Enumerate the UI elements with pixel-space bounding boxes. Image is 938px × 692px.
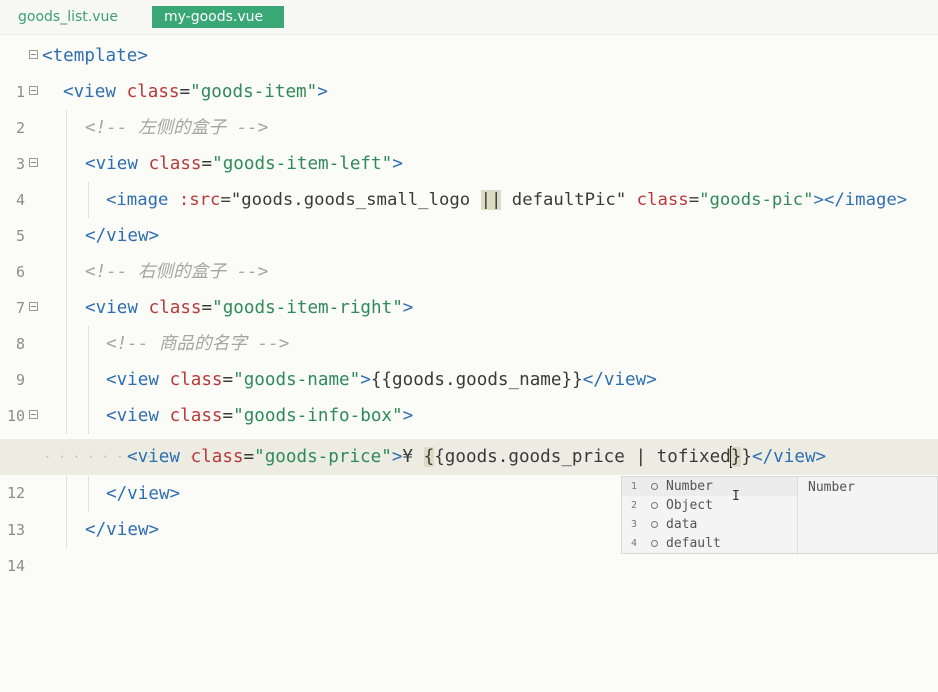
code-text: </view> — [85, 520, 160, 540]
code-text: </view> — [85, 226, 160, 246]
code-line-12-current[interactable]: 12 · · · · · · · · · · · <view class="go… — [0, 439, 938, 502]
item-index: 4 — [631, 538, 638, 549]
indent-guide — [88, 476, 89, 512]
code-line-5[interactable]: 5 <image :src="goods.goods_small_logo ||… — [0, 182, 938, 245]
code-text: <view class="goods-item"> — [63, 82, 328, 102]
code-line-9[interactable]: 9 <!-- 商品的名字 --> — [0, 326, 938, 389]
indent-guide — [66, 110, 67, 146]
item-label: Number — [666, 479, 713, 494]
item-label: default — [666, 536, 721, 551]
indent-guide — [66, 254, 67, 290]
item-index: 3 — [631, 519, 638, 530]
indent-guide — [88, 182, 89, 218]
code-text: <view class="goods-info-box"> — [106, 406, 414, 426]
fold-icon[interactable] — [29, 410, 38, 419]
code-text: <!-- 左侧的盒子 --> — [85, 118, 269, 138]
indent-guide — [66, 146, 67, 182]
code-text: <!-- 商品的名字 --> — [106, 334, 290, 354]
indent-guide — [66, 398, 67, 434]
fold-icon[interactable] — [29, 50, 38, 59]
code-text: <view class="goods-item-right"> — [85, 298, 414, 318]
line-number: 14 — [6, 557, 25, 575]
item-index: 2 — [631, 500, 638, 511]
code-text: </view> — [106, 484, 181, 504]
indent-guide — [66, 362, 67, 398]
tab-goods-list-vue[interactable]: goods_list.vue — [18, 6, 118, 28]
autocomplete-item-data[interactable]: 3 data — [622, 515, 797, 534]
code-line-3[interactable]: 3 <!-- 左侧的盒子 --> — [0, 110, 938, 173]
code-text: <template> — [42, 46, 148, 66]
property-icon — [651, 540, 658, 547]
code-line-7[interactable]: 7 <!-- 右侧的盒子 --> — [0, 254, 938, 317]
code-line-10[interactable]: 10 <view class="goods-name">{{goods.good… — [0, 362, 938, 425]
code-line-11[interactable]: 11 <view class="goods-info-box"> — [0, 398, 938, 461]
code-text: <view class="goods-item-left"> — [85, 154, 403, 174]
indent-guide — [66, 182, 67, 218]
autocomplete-item-object[interactable]: 2 Object — [622, 496, 797, 515]
indent-guide — [88, 398, 89, 434]
autocomplete-item-default[interactable]: 4 default — [622, 534, 797, 553]
indent-guide — [66, 512, 67, 548]
indent-guide — [66, 218, 67, 254]
editor-tab-bar: goods_list.vue my-goods.vue — [0, 0, 938, 35]
code-line-4[interactable]: 4 <view class="goods-item-left"> — [0, 146, 938, 209]
code-line-6[interactable]: 6 </view> — [0, 218, 938, 281]
fold-icon[interactable] — [29, 86, 38, 95]
autocomplete-item-number[interactable]: 1 Number I — [622, 477, 797, 504]
item-label: data — [666, 517, 698, 532]
property-icon — [651, 521, 658, 528]
fold-icon[interactable] — [29, 158, 38, 167]
indent-guide — [66, 476, 67, 512]
indent-guide — [88, 326, 89, 362]
property-icon — [651, 483, 658, 490]
item-label: Object — [666, 498, 713, 513]
autocomplete-list: 1 Number I 2 Object 3 data 4 default — [622, 477, 798, 555]
code-text: <!-- 右侧的盒子 --> — [85, 262, 269, 282]
code-line-1[interactable]: 1 <template> — [0, 38, 938, 101]
autocomplete-detail: Number — [808, 480, 855, 495]
fold-icon[interactable] — [29, 302, 38, 311]
code-line-2[interactable]: 2 <view class="goods-item"> — [0, 74, 938, 137]
indent-guide — [88, 362, 89, 398]
code-text: <view class="goods-name">{{goods.goods_n… — [106, 370, 657, 390]
autocomplete-popup: 1 Number I 2 Object 3 data 4 default Num… — [621, 476, 938, 555]
code-text: <image :src="goods.goods_small_logo || d… — [106, 190, 908, 210]
property-icon — [651, 502, 658, 509]
code-text: <view class="goods-price">¥ {{goods.good… — [127, 446, 827, 468]
indent-guide — [66, 290, 67, 326]
code-line-8[interactable]: 8 <view class="goods-item-right"> — [0, 290, 938, 353]
indent-guide — [66, 326, 67, 362]
item-index: 1 — [631, 481, 638, 492]
tab-my-goods-vue[interactable]: my-goods.vue — [152, 6, 284, 28]
